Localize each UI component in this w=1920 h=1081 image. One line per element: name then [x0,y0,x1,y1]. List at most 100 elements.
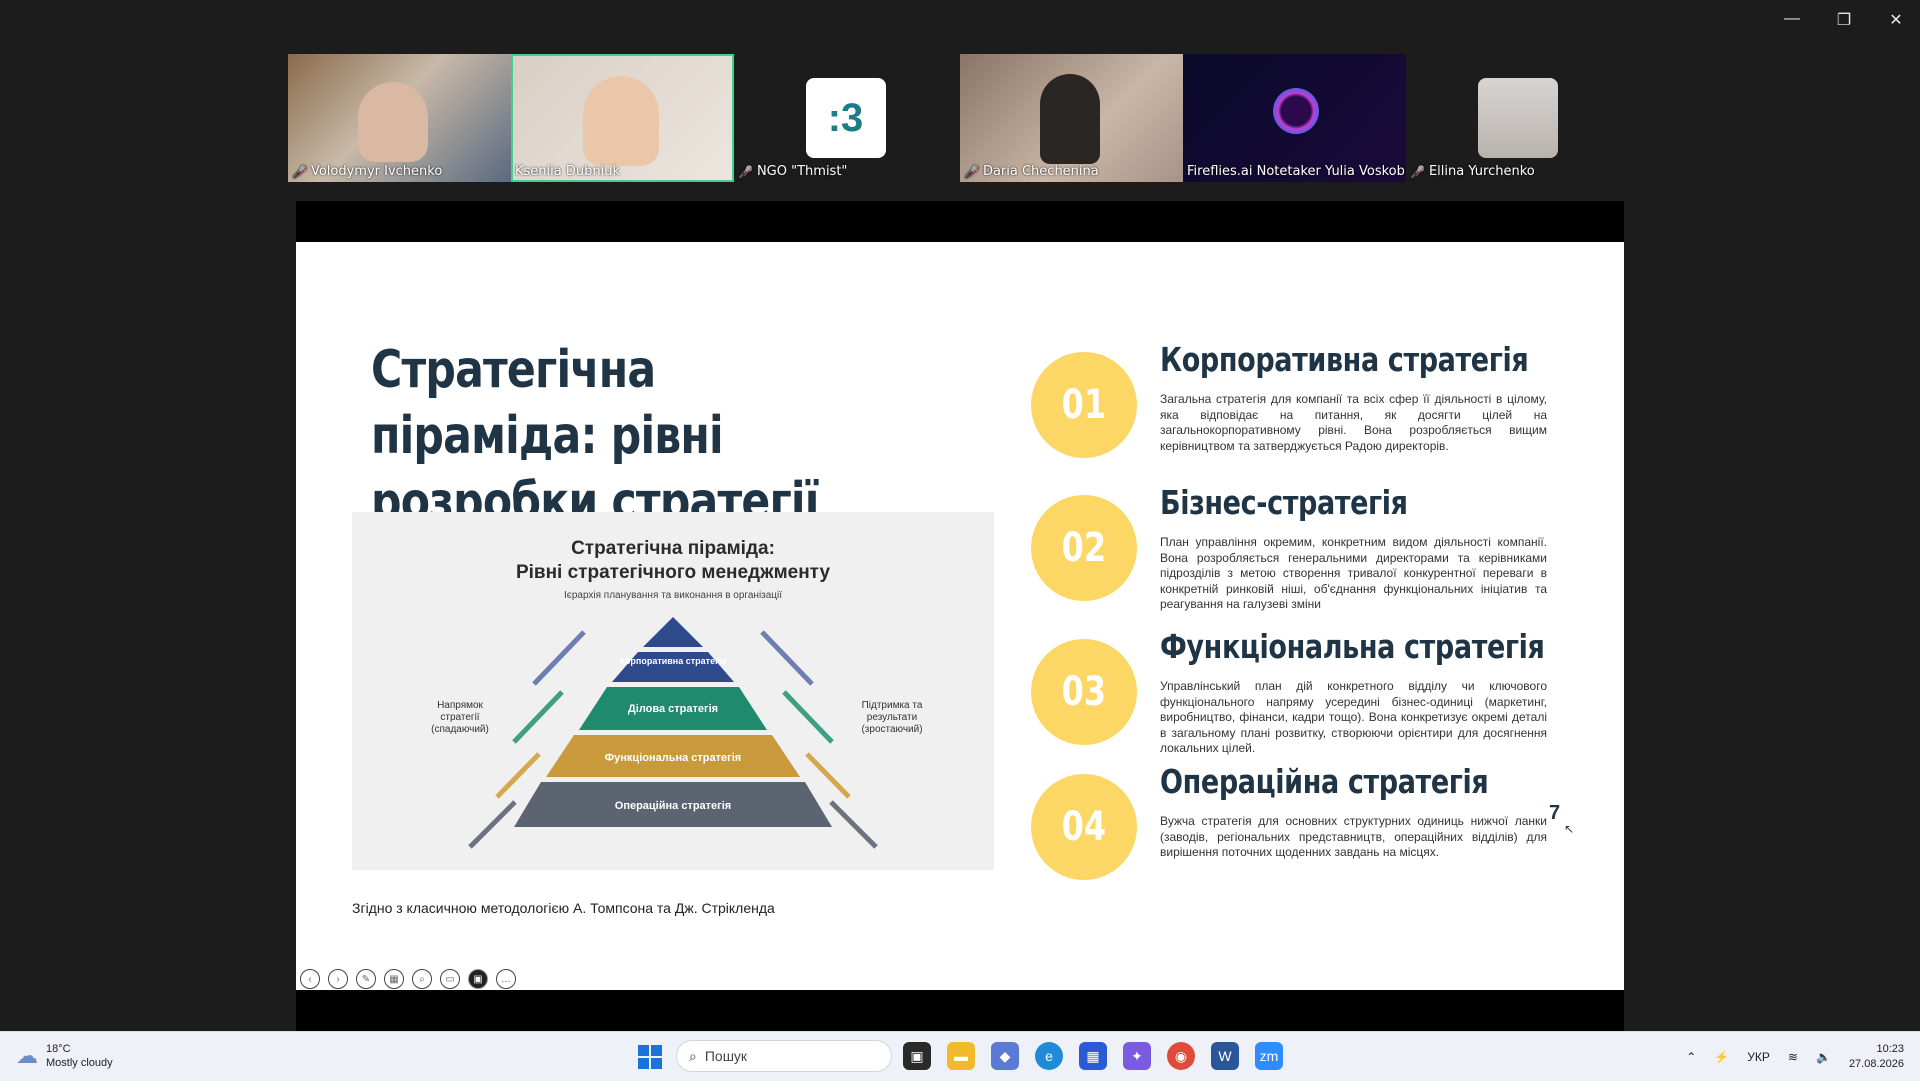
down-arrow-3 [495,752,541,799]
participant-name: 🎤̸ Volodymyr Ivchenko [292,164,442,179]
slide: Стратегічна піраміда: рівні розробки стр… [296,242,1624,990]
pyramid-diagram: Корпоративна стратегія Ділова стратегія … [468,617,878,849]
mouse-cursor-icon: ↖ [1564,822,1575,836]
weather-temp: 18°C [46,1043,71,1055]
participant-tile[interactable]: Fireflies.ai Notetaker Yulia Voskobii... [1183,54,1406,182]
subtitles-icon[interactable]: ▭ [440,969,460,989]
search-box[interactable]: ⌕ Пошук [676,1040,892,1072]
participant-tile[interactable]: 🎤̸ Daria Chechenina [960,54,1183,182]
close-button[interactable]: ✕ [1884,10,1908,30]
number-badge: 01 [1031,352,1137,458]
more-options-icon[interactable]: … [496,969,516,989]
network-icon[interactable]: ⚡ [1714,1050,1729,1064]
strategy-description: Управлінський план дій конкретного відді… [1160,679,1547,755]
mic-off-icon: 🎤̸ [292,164,307,179]
participant-tile[interactable]: 🎤̸ Ellina Yurchenko [1406,54,1629,182]
strategy-description: Загальна стратегія для компанії та всіх … [1160,392,1547,453]
clock-time: 10:23 [1876,1042,1904,1055]
participant-tile-active[interactable]: Kseniia Dubniuk [511,54,734,182]
participant-name: Kseniia Dubniuk [515,164,620,179]
number-badge: 03 [1031,639,1137,745]
down-arrow-4 [468,800,517,849]
start-button[interactable] [638,1045,662,1069]
level-label-4: Операційна стратегія [615,800,731,812]
slide-footnote: Згідно з класичною методологією А. Томпс… [352,900,775,916]
clock-date: 27.08.2026 [1848,1057,1904,1070]
ngo-logo: :3 [805,78,886,158]
level-label-3: Функціональна стратегія [605,752,741,764]
weather-widget[interactable]: ☁ 18°C Mostly cloudy [16,1042,113,1070]
pen-icon[interactable]: ✎ [356,969,376,989]
mic-off-icon: 🎤̸ [738,164,753,179]
chrome-icon[interactable]: ◉ [1167,1042,1195,1070]
grid-icon[interactable]: ▦ [384,969,404,989]
badge-number: 04 [1061,804,1107,850]
store-icon[interactable]: ▦ [1079,1042,1107,1070]
level-label-1: Корпоративна стратегія [619,656,726,666]
participant-face [1040,74,1100,164]
up-arrow-1 [760,630,814,686]
search-icon: ⌕ [689,1047,697,1064]
participant-face [358,82,428,162]
weather-condition: Mostly cloudy [46,1057,113,1069]
m365-icon[interactable]: ◆ [991,1042,1019,1070]
participant-name: 🎤̸ NGO "Thmist" [738,164,847,179]
slideshow-controls: ‹ › ✎ ▦ ⌕ ▭ ▣ … [300,969,516,989]
zoom-icon[interactable]: ⌕ [412,969,432,989]
file-explorer-icon[interactable]: ▬ [947,1042,975,1070]
participant-name-text: NGO "Thmist" [756,164,848,179]
mic-off-icon: 🎤̸ [1410,164,1425,179]
level-label-2: Ділова стратегія [628,703,718,715]
down-arrow-1 [532,630,586,686]
participant-name-text: Kseniia Dubniuk [515,164,620,179]
strategy-description: План управління окремим, конкретним видо… [1160,535,1547,611]
participant-name-text: Fireflies.ai Notetaker Yulia Voskobii... [1187,164,1406,179]
chevron-up-icon[interactable]: ⌃ [1686,1050,1696,1064]
wifi-icon[interactable]: ≋ [1788,1050,1798,1064]
participant-name: 🎤̸ Daria Chechenina [964,164,1099,179]
cloud-icon: ☁ [16,1043,38,1068]
copilot-icon[interactable]: ✦ [1123,1042,1151,1070]
pyramid-level-1 [643,617,703,647]
clock[interactable]: 10:23 27.08.2026 [1849,1042,1904,1072]
right-side-label: Підтримка та результати (зростаючий) [861,700,923,735]
participant-tile[interactable]: :3 🎤̸ NGO "Thmist" [734,54,957,182]
participant-name-text: Daria Chechenina [982,164,1099,179]
left-side-label: Напрямок стратегії (спадаючий) [431,700,489,735]
task-view-icon[interactable]: ▣ [903,1042,931,1070]
strategy-description: Вужча стратегія для основних структурних… [1160,814,1547,859]
word-icon[interactable]: W [1211,1042,1239,1070]
zoom-app-icon[interactable]: zm [1255,1042,1283,1070]
volume-icon[interactable]: 🔈 [1816,1050,1831,1064]
participant-tile[interactable]: 🎤̸ Volodymyr Ivchenko [288,54,511,182]
system-tray: ⌃ ⚡ УКР ≋ 🔈 10:23 27.08.2026 [1686,1032,1904,1081]
edge-icon[interactable]: e [1035,1042,1063,1070]
strategy-title: Операційна стратегія [1160,762,1489,801]
strategy-title: Корпоративна стратегія [1160,340,1529,379]
strategy-title: Функціональна стратегія [1160,627,1545,666]
mic-off-icon: 🎤̸ [964,164,979,179]
participant-face [583,76,659,166]
up-arrow-4 [829,800,878,849]
up-arrow-2 [782,690,834,744]
restore-button[interactable]: ❐ [1832,10,1856,30]
slide-title: Стратегічна піраміда: рівні розробки стр… [371,340,819,532]
participant-name-text: Volodymyr Ivchenko [310,164,443,179]
next-slide-icon[interactable]: › [328,969,348,989]
up-arrow-3 [805,752,851,799]
participant-name: Fireflies.ai Notetaker Yulia Voskobii... [1187,164,1406,179]
participant-name: 🎤̸ Ellina Yurchenko [1410,164,1535,179]
badge-number: 02 [1061,525,1107,571]
camera-icon[interactable]: ▣ [468,969,488,989]
pyramid-image: Стратегічна піраміда: Рівні стратегічног… [352,512,994,870]
number-badge: 02 [1031,495,1137,601]
minimize-button[interactable]: — [1780,10,1804,30]
participant-name-text: Ellina Yurchenko [1428,164,1535,179]
search-placeholder: Пошук [704,1048,748,1064]
down-arrow-2 [512,690,564,744]
window-controls: — ❐ ✕ [1780,10,1908,30]
badge-number: 01 [1061,382,1107,428]
language-indicator[interactable]: УКР [1747,1050,1770,1064]
strategy-title: Бізнес-стратегія [1160,483,1408,522]
prev-slide-icon[interactable]: ‹ [300,969,320,989]
